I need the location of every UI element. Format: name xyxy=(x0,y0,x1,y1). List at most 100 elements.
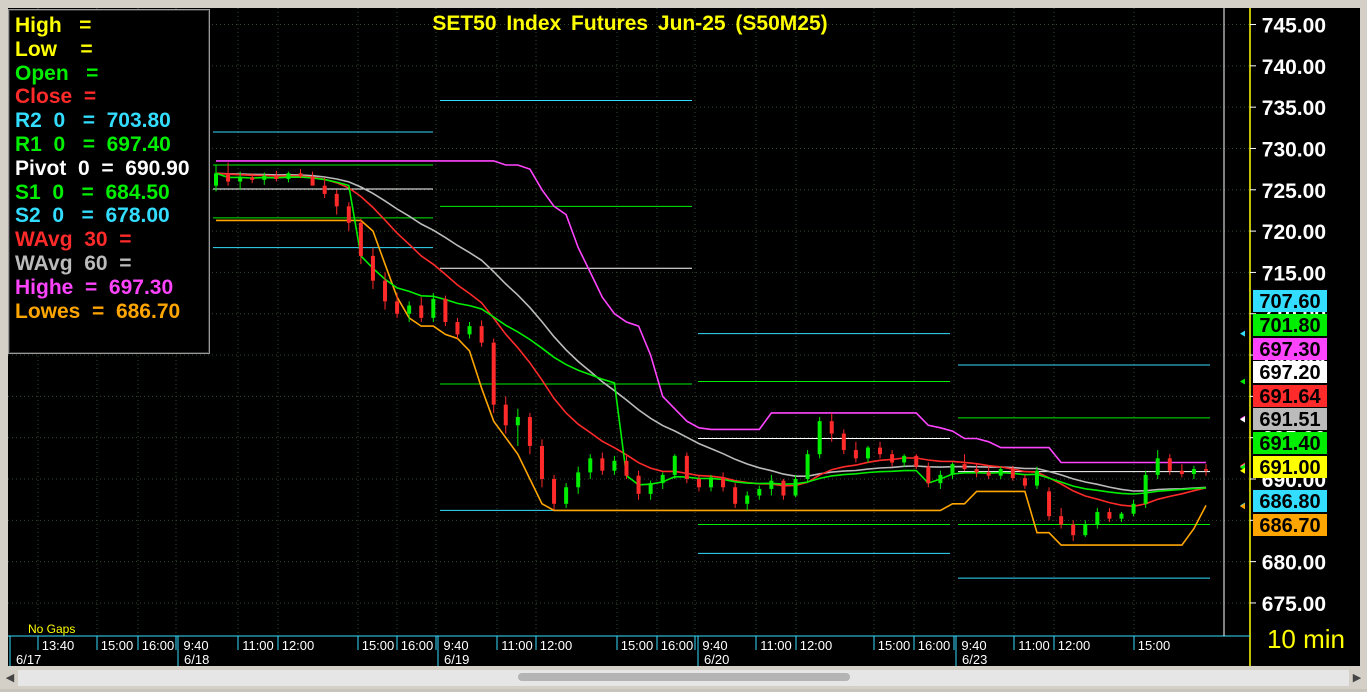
legend-entry: S2 0 = 678.00 xyxy=(15,204,170,228)
candle-body xyxy=(395,301,400,314)
candle-body xyxy=(829,421,834,434)
candle-body xyxy=(986,472,991,476)
time-tick-label: 16:00 xyxy=(918,638,951,653)
legend-entry: S1 0 = 684.50 xyxy=(15,180,170,204)
scroll-right-icon[interactable]: ▶ xyxy=(1351,671,1363,685)
y-tick-label: 740.00 xyxy=(1262,56,1326,79)
candle-body xyxy=(865,447,870,459)
time-tick-label: 15:00 xyxy=(878,638,911,653)
candle-body xyxy=(769,480,774,489)
legend-entry: Pivot 0 = 690.90 xyxy=(15,156,190,180)
time-tick-label: 11:00 xyxy=(1018,638,1050,653)
y-tick-label: 680.00 xyxy=(1262,552,1326,575)
price-badge-label: 707.60 xyxy=(1259,291,1320,313)
candle-body xyxy=(1034,470,1039,486)
candle-body xyxy=(1131,503,1136,514)
candle-body xyxy=(226,173,231,182)
time-tick-label: 12:00 xyxy=(540,638,573,653)
time-tick-label: 15:00 xyxy=(1138,638,1171,653)
candle-body xyxy=(1143,474,1148,504)
candle-body xyxy=(1059,516,1064,525)
indicator-legend-box: High = Low = Open = Close = R2 0 = 703.80 R1 … xyxy=(8,9,210,354)
candle-body xyxy=(383,280,388,302)
candle-body xyxy=(721,477,726,488)
time-tick-label: 12:00 xyxy=(800,638,833,653)
candle-body xyxy=(274,175,279,180)
time-tick-label: 9:40 xyxy=(443,638,468,653)
candle-body xyxy=(890,454,895,463)
scroll-left-icon[interactable]: ◀ xyxy=(4,671,16,685)
candle-body xyxy=(250,177,255,180)
time-tick-label: 11:00 xyxy=(242,638,274,653)
candle-body xyxy=(479,326,484,343)
price-badge-label: 697.20 xyxy=(1259,362,1320,384)
candle-body xyxy=(745,495,750,504)
legend-entry: Low = xyxy=(15,37,93,61)
date-label: 6/18 xyxy=(184,652,209,667)
candle-body xyxy=(503,404,508,426)
chart-window: 675.00680.00685.00690.00695.00700.00705.… xyxy=(0,0,1367,692)
time-tick-label: 15:00 xyxy=(621,638,654,653)
candle-body xyxy=(914,455,919,467)
candle-body xyxy=(902,455,907,463)
candle-body xyxy=(1083,524,1088,536)
legend-entry: WAvg 30 = xyxy=(15,228,132,252)
legend-entry: Lowes = 686.70 xyxy=(15,299,181,323)
y-tick-label: 725.00 xyxy=(1262,180,1326,203)
legend-entry: Close = xyxy=(15,85,97,109)
candle-body xyxy=(1167,458,1172,471)
candle-body xyxy=(1119,513,1124,519)
chart-title: SET50 Index Futures Jun-25 (S50M25) xyxy=(432,12,827,35)
candle-body xyxy=(696,479,701,488)
candle-body xyxy=(733,487,738,504)
candle-body xyxy=(286,173,291,180)
price-badge-label: 691.51 xyxy=(1259,409,1320,431)
candle-body xyxy=(672,455,677,475)
price-badge-label: 697.30 xyxy=(1259,339,1320,361)
price-badge-label: 701.80 xyxy=(1259,315,1320,337)
candle-body xyxy=(636,475,641,494)
candle-body xyxy=(1155,458,1160,475)
date-label: 6/17 xyxy=(16,652,41,667)
candle-body xyxy=(1022,478,1027,486)
time-tick-label: 12:00 xyxy=(1058,638,1091,653)
legend-entry: R1 0 = 697.40 xyxy=(15,132,171,156)
time-tick-label: 16:00 xyxy=(661,638,694,653)
candle-body xyxy=(431,298,436,318)
candle-body xyxy=(1204,469,1208,471)
no-gaps-label: No Gaps xyxy=(28,622,75,636)
candle-body xyxy=(624,460,629,476)
candle-body xyxy=(1095,512,1100,525)
time-tick-label: 16:00 xyxy=(142,638,175,653)
date-label: 6/20 xyxy=(704,652,729,667)
candle-body xyxy=(214,173,218,186)
horizontal-scrollbar[interactable]: ◀ ▶ xyxy=(0,667,1367,689)
time-tick-label: 15:00 xyxy=(362,638,395,653)
candle-body xyxy=(938,474,943,484)
price-badge-label: 691.64 xyxy=(1259,386,1321,408)
candle-body xyxy=(793,479,798,496)
candle-body xyxy=(262,175,267,180)
y-tick-label: 675.00 xyxy=(1262,593,1326,616)
y-tick-label: 720.00 xyxy=(1262,221,1326,244)
candle-body xyxy=(926,466,931,484)
candle-body xyxy=(322,185,327,194)
legend-entry: Highe = 697.30 xyxy=(15,275,174,299)
y-tick-label: 745.00 xyxy=(1262,15,1326,38)
scrollbar-thumb[interactable] xyxy=(518,673,850,681)
candle-body xyxy=(998,469,1003,476)
candle-body xyxy=(974,469,979,473)
interval-label: 10 min xyxy=(1267,624,1345,654)
candle-body xyxy=(684,455,689,479)
candle-body xyxy=(1047,491,1052,517)
candle-body xyxy=(1010,469,1015,479)
candle-body xyxy=(491,342,496,405)
candle-body xyxy=(467,326,472,335)
candle-body xyxy=(455,322,460,335)
legend-entry: R2 0 = 703.80 xyxy=(15,109,171,133)
time-tick-label: 9:40 xyxy=(961,638,986,653)
candle-body xyxy=(612,460,617,471)
candle-body xyxy=(358,222,363,256)
legend-entry: WAvg 60 = xyxy=(15,251,132,275)
candle-body xyxy=(334,193,339,207)
